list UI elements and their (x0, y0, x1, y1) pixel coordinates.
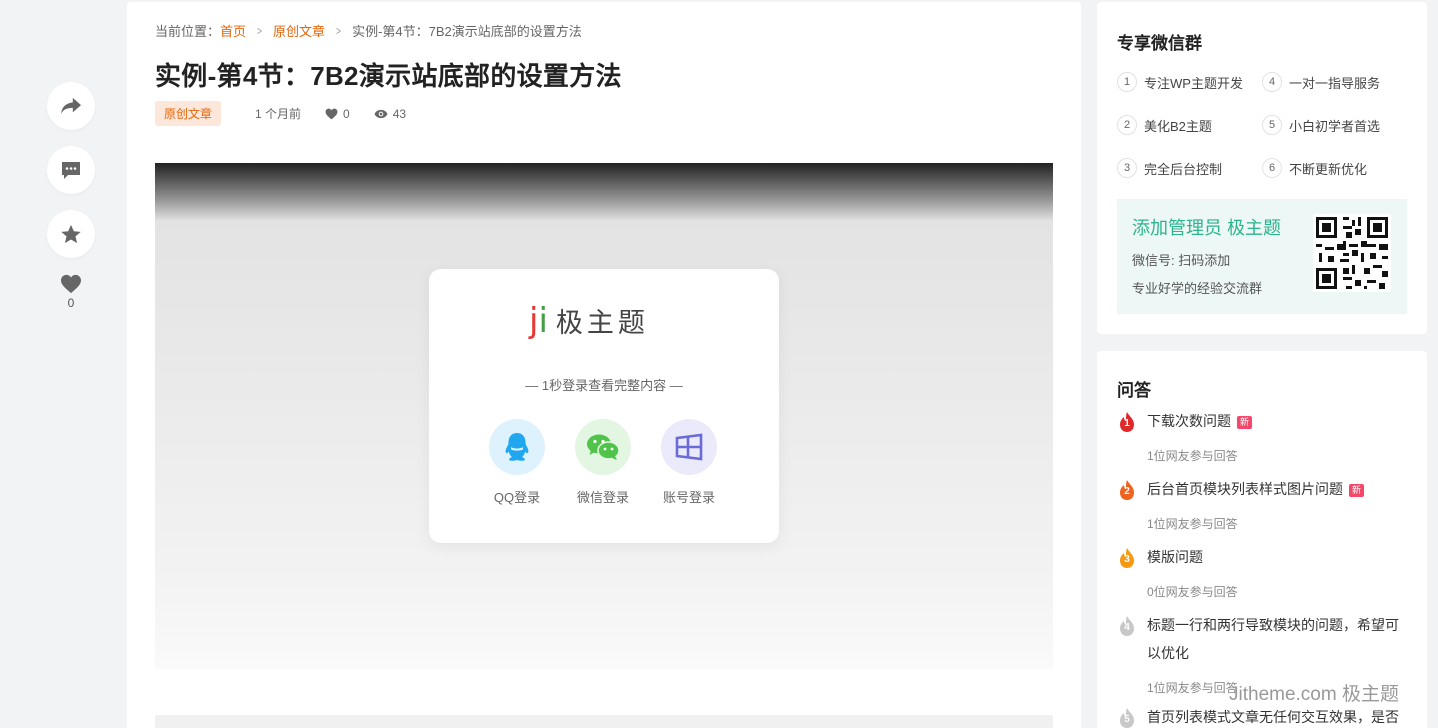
login-options: QQ登录 微信登录 账号登录 (489, 419, 747, 506)
qa-question-link[interactable]: 后台首页模块列表样式图片问题新 (1147, 475, 1365, 503)
rank-flame-icon: 4 (1117, 615, 1137, 637)
qa-row: 5 首页列表模式文章无任何交互效果，是否 (1117, 707, 1407, 728)
qr-code-icon (1313, 214, 1391, 292)
comment-icon (62, 161, 80, 179)
publish-time: 1 个月前 (255, 105, 301, 122)
breadcrumb-category-link[interactable]: 原创文章 (273, 21, 325, 40)
wechat-group-widget: 专享微信群 1 专注WP主题开发 4 一对一指导服务 2 美化B2主题 5 小白初学者首… (1097, 2, 1427, 334)
chevron-right-icon: > (257, 23, 262, 38)
share-button[interactable] (47, 82, 95, 130)
qq-icon-wrap (489, 419, 545, 475)
next-content-block (155, 715, 1053, 728)
feature-item: 6 不断更新优化 (1262, 158, 1367, 178)
qa-item[interactable]: 3 模版问题 0位网友参与回答 (1117, 547, 1407, 600)
wechat-login-label: 微信登录 (576, 490, 629, 505)
comment-button[interactable] (47, 146, 95, 194)
qa-question-link[interactable]: 首页列表模式文章无任何交互效果，是否 (1147, 703, 1399, 728)
view-stat-count: 43 (392, 106, 407, 121)
login-box: ji 极主题 — 1秒登录查看完整内容 — QQ登录 微信登录 账号登录 (429, 269, 779, 543)
qa-answer-count: 1位网友参与回答 (1147, 449, 1238, 463)
qq-icon (505, 433, 529, 461)
eye-icon (374, 109, 388, 118)
qa-widget: 问答 1 下载次数问题新 1位网友参与回答 2 后台首页模块列表样式图片问题新 1位网友参… (1097, 351, 1427, 728)
windows-icon-wrap (661, 419, 717, 475)
qa-answer-count: 1位网友参与回答 (1147, 517, 1238, 531)
site-logo: ji 极主题 (529, 301, 649, 340)
star-icon (61, 224, 81, 243)
qa-row: 3 模版问题 (1117, 547, 1407, 571)
heart-icon (325, 108, 338, 119)
action-rail: 0 (47, 82, 95, 310)
windows-icon (675, 433, 703, 461)
feature-item: 2 美化B2主题 (1117, 115, 1212, 135)
qa-item[interactable]: 1 下载次数问题新 1位网友参与回答 (1117, 411, 1407, 464)
rank-flame-icon: 3 (1117, 547, 1137, 569)
category-tag[interactable]: 原创文章 (155, 101, 222, 126)
article-card: 当前位置： 首页 > 原创文章 > 实例-第4节：7B2演示站底部的设置方法 实… (127, 2, 1081, 728)
watermark: Jitheme.com 极主题 (1229, 684, 1399, 705)
account-login-label: 账号登录 (662, 490, 715, 505)
like-stat: 0 (325, 107, 350, 121)
article-meta: 原创文章 1 个月前 0 43 (155, 101, 430, 126)
breadcrumb-home-link[interactable]: 首页 (220, 21, 246, 40)
qa-answer-count: 0位网友参与回答 (1147, 585, 1238, 599)
share-icon (61, 97, 81, 115)
qa-question-link[interactable]: 标题一行和两行导致模块的问题，希望可以优化 (1147, 611, 1407, 667)
like-button[interactable]: 0 (47, 274, 95, 310)
logo-mark: ji (529, 300, 548, 341)
qa-question-link[interactable]: 下载次数问题新 (1147, 407, 1253, 435)
qa-question-link[interactable]: 模版问题 (1147, 543, 1203, 571)
widget-title: 专享微信群 (1117, 34, 1202, 53)
account-login-button[interactable]: 账号登录 (661, 419, 717, 506)
publish-time-text: 1 个月前 (255, 107, 302, 121)
view-stat: 43 (374, 107, 406, 121)
rank-flame-icon: 1 (1117, 411, 1137, 433)
login-hint: — 1秒登录查看完整内容 — (525, 378, 683, 393)
chevron-right-icon: > (336, 23, 342, 38)
qq-login-button[interactable]: QQ登录 (489, 419, 545, 506)
qa-item[interactable]: 5 首页列表模式文章无任何交互效果，是否 (1117, 707, 1407, 728)
breadcrumb-current: 实例-第4节：7B2演示站底部的设置方法 (352, 24, 582, 39)
promo-title: 添加管理员 极主题 (1132, 218, 1282, 238)
feature-item: 4 一对一指导服务 (1262, 72, 1380, 92)
promo-wechat-id: 微信号: 扫码添加 (1132, 253, 1231, 268)
like-count: 0 (67, 296, 75, 310)
qq-login-label: QQ登录 (493, 490, 541, 505)
wechat-icon (587, 434, 620, 460)
article-title: 实例-第4节：7B2演示站底部的设置方法 (155, 61, 622, 91)
locked-content-area: ji 极主题 — 1秒登录查看完整内容 — QQ登录 微信登录 账号登录 (155, 163, 1053, 669)
widget-title: 问答 (1117, 381, 1151, 400)
rank-flame-icon: 5 (1117, 707, 1137, 728)
feature-item: 1 专注WP主题开发 (1117, 72, 1243, 92)
breadcrumb-prefix: 当前位置： (155, 24, 221, 39)
admin-promo: 添加管理员 极主题 微信号: 扫码添加 专业好学的经验交流群 (1117, 199, 1407, 314)
heart-icon (61, 274, 81, 294)
qa-row: 4 标题一行和两行导致模块的问题，希望可以优化 (1117, 615, 1407, 667)
rank-flame-icon: 2 (1117, 479, 1137, 501)
breadcrumb: 当前位置： 首页 > 原创文章 > 实例-第4节：7B2演示站底部的设置方法 (155, 21, 582, 40)
wechat-icon-wrap (575, 419, 631, 475)
qa-row: 1 下载次数问题新 (1117, 411, 1407, 435)
logo-text: 极主题 (555, 308, 649, 338)
like-stat-count: 0 (343, 106, 350, 121)
qa-item[interactable]: 2 后台首页模块列表样式图片问题新 1位网友参与回答 (1117, 479, 1407, 532)
qa-row: 2 后台首页模块列表样式图片问题新 (1117, 479, 1407, 503)
favorite-button[interactable] (47, 210, 95, 258)
new-badge: 新 (1237, 415, 1253, 429)
feature-item: 5 小白初学者首选 (1262, 115, 1380, 135)
promo-description: 专业好学的经验交流群 (1132, 281, 1263, 296)
wechat-login-button[interactable]: 微信登录 (575, 419, 631, 506)
new-badge: 新 (1349, 483, 1365, 497)
feature-item: 3 完全后台控制 (1117, 158, 1222, 178)
